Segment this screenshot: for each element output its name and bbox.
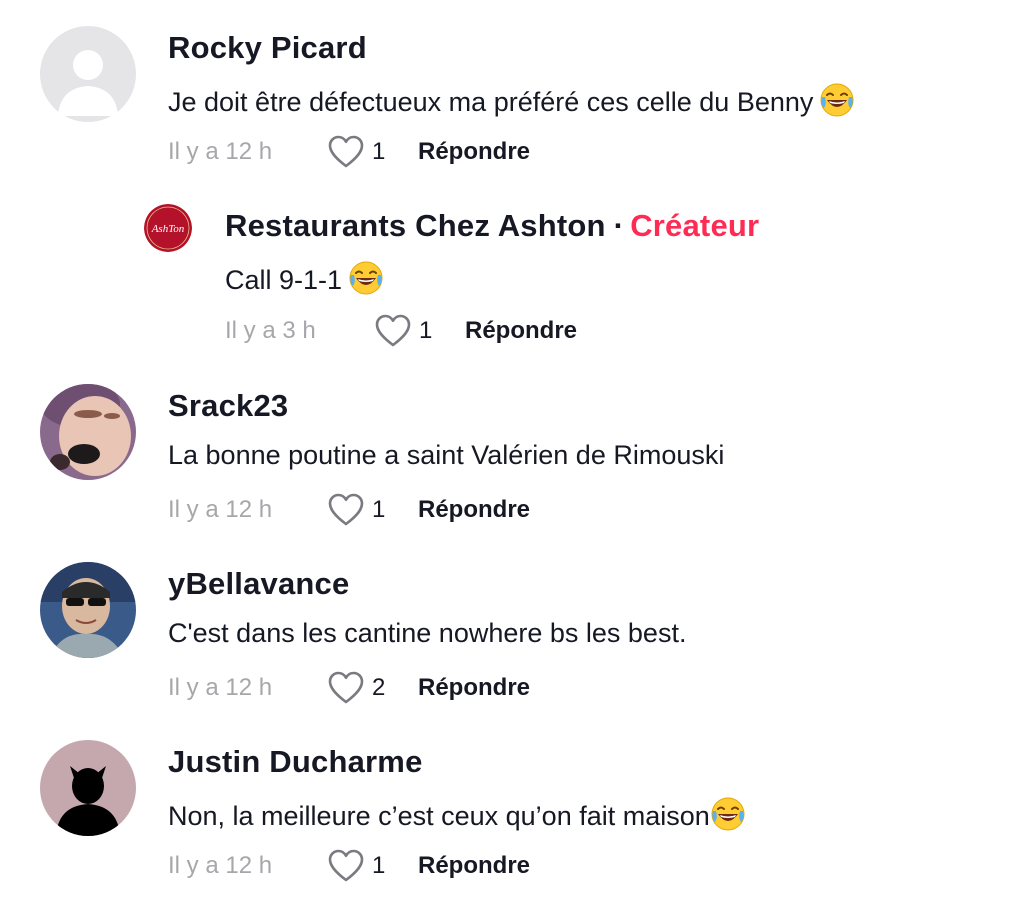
reply-button[interactable]: Répondre [465,317,577,345]
laughing-tears-emoji-icon [348,260,384,296]
like-button[interactable]: 1 [328,849,412,883]
like-count: 2 [372,674,386,701]
timestamp: Il y a 12 h [168,852,273,879]
like-button[interactable]: 1 [375,314,459,348]
default-avatar[interactable] [40,26,136,122]
like-count: 1 [419,317,433,344]
heart-icon[interactable] [328,671,364,705]
reply-button[interactable]: Répondre [418,496,530,524]
reply-button[interactable]: Répondre [418,138,530,166]
creator-logo-avatar[interactable]: AshTon [144,204,192,252]
like-button[interactable]: 1 [328,493,412,527]
username-line: Restaurants Chez Ashton · Créateur [225,208,759,244]
comment-text: La bonne poutine a saint Valérien de Rim… [168,440,725,470]
username[interactable]: Justin Ducharme [168,744,423,780]
like-count: 1 [372,852,386,879]
like-count: 1 [372,496,386,523]
timestamp: Il y a 12 h [168,674,273,701]
comment-meta: Il y a 12 h 2 Répondre [168,670,530,706]
timestamp: Il y a 12 h [168,496,273,523]
comment-list: Rocky Picard Je doit être défectueux ma … [0,0,1026,904]
comment-text-content: Je doit être défectueux ma préféré ces c… [168,87,814,117]
comment-text: C'est dans les cantine nowhere bs les be… [168,618,687,648]
heart-icon[interactable] [328,493,364,527]
user-photo-avatar[interactable] [40,562,136,658]
comment-meta: Il y a 3 h 1 Répondre [225,313,577,349]
creator-badge: Créateur [630,208,760,243]
heart-icon[interactable] [328,849,364,883]
heart-icon[interactable] [375,314,411,348]
username[interactable]: Srack23 [168,388,288,424]
reply-button[interactable]: Répondre [418,674,530,702]
heart-icon[interactable] [328,135,364,169]
logo-text: AshTon [151,223,185,235]
timestamp: Il y a 3 h [225,317,316,344]
laughing-tears-emoji-icon [710,796,746,832]
user-photo-avatar[interactable] [40,384,136,480]
reply-button[interactable]: Répondre [418,852,530,880]
separator-dot: · [613,208,625,243]
comment-meta: Il y a 12 h 1 Répondre [168,492,530,528]
timestamp: Il y a 12 h [168,138,273,165]
username[interactable]: yBellavance [168,566,349,602]
devil-silhouette-avatar[interactable] [40,740,136,836]
username[interactable]: Restaurants Chez Ashton [225,208,606,243]
comment-text-content: Non, la meilleure c’est ceux qu’on fait … [168,801,710,831]
username[interactable]: Rocky Picard [168,30,367,66]
comment-meta: Il y a 12 h 1 Répondre [168,848,530,884]
like-count: 1 [372,138,386,165]
like-button[interactable]: 1 [328,135,412,169]
comment-text: Call 9-1-1 [225,260,384,296]
laughing-tears-emoji-icon [819,82,855,118]
comment-text: Non, la meilleure c’est ceux qu’on fait … [168,796,746,832]
comment-text: Je doit être défectueux ma préféré ces c… [168,82,855,118]
comment-meta: Il y a 12 h 1 Répondre [168,134,530,170]
comment-text-content: Call 9-1-1 [225,265,343,295]
like-button[interactable]: 2 [328,671,412,705]
